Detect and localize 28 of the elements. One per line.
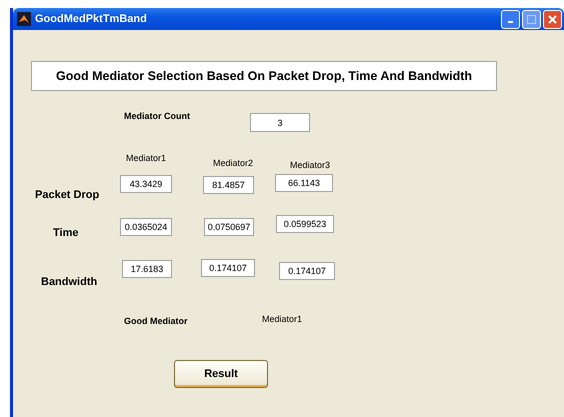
- minimize-button[interactable]: [501, 10, 520, 28]
- column-header: Mediator3: [290, 160, 330, 170]
- column-header: Mediator1: [126, 153, 166, 163]
- value-field[interactable]: 0.0365024: [120, 218, 172, 236]
- good-mediator-label: Good Mediator: [124, 316, 188, 326]
- value-field[interactable]: 0.0750697: [204, 218, 254, 236]
- value-field[interactable]: 0.174107: [201, 259, 255, 277]
- good-mediator-value: Mediator1: [262, 314, 302, 324]
- heading: Good Mediator Selection Based On Packet Drop, Time And Bandwidth: [31, 61, 497, 91]
- mediator-count-field[interactable]: 3: [250, 113, 310, 132]
- result-button[interactable]: Result: [174, 360, 268, 388]
- value-field[interactable]: 0.0599523: [276, 215, 334, 233]
- app-logo-icon: [17, 12, 31, 26]
- row-label: Time: [53, 227, 78, 239]
- maximize-button[interactable]: [522, 10, 541, 28]
- value-field[interactable]: 17.6183: [122, 260, 172, 278]
- window-title: GoodMedPktTmBand: [35, 13, 147, 25]
- value-field[interactable]: 81.4857: [203, 176, 254, 194]
- value-field[interactable]: 0.174107: [279, 262, 335, 280]
- value-field[interactable]: 66.1143: [275, 174, 333, 192]
- maximize-icon: [527, 14, 536, 24]
- mediator-count-label: Mediator Count: [124, 111, 190, 121]
- value-field[interactable]: 43.3429: [120, 175, 172, 193]
- row-label: Packet Drop: [35, 189, 100, 201]
- column-header: Mediator2: [213, 158, 254, 168]
- close-button[interactable]: [543, 10, 562, 28]
- close-icon: [548, 14, 557, 24]
- row-label: Bandwidth: [41, 276, 98, 288]
